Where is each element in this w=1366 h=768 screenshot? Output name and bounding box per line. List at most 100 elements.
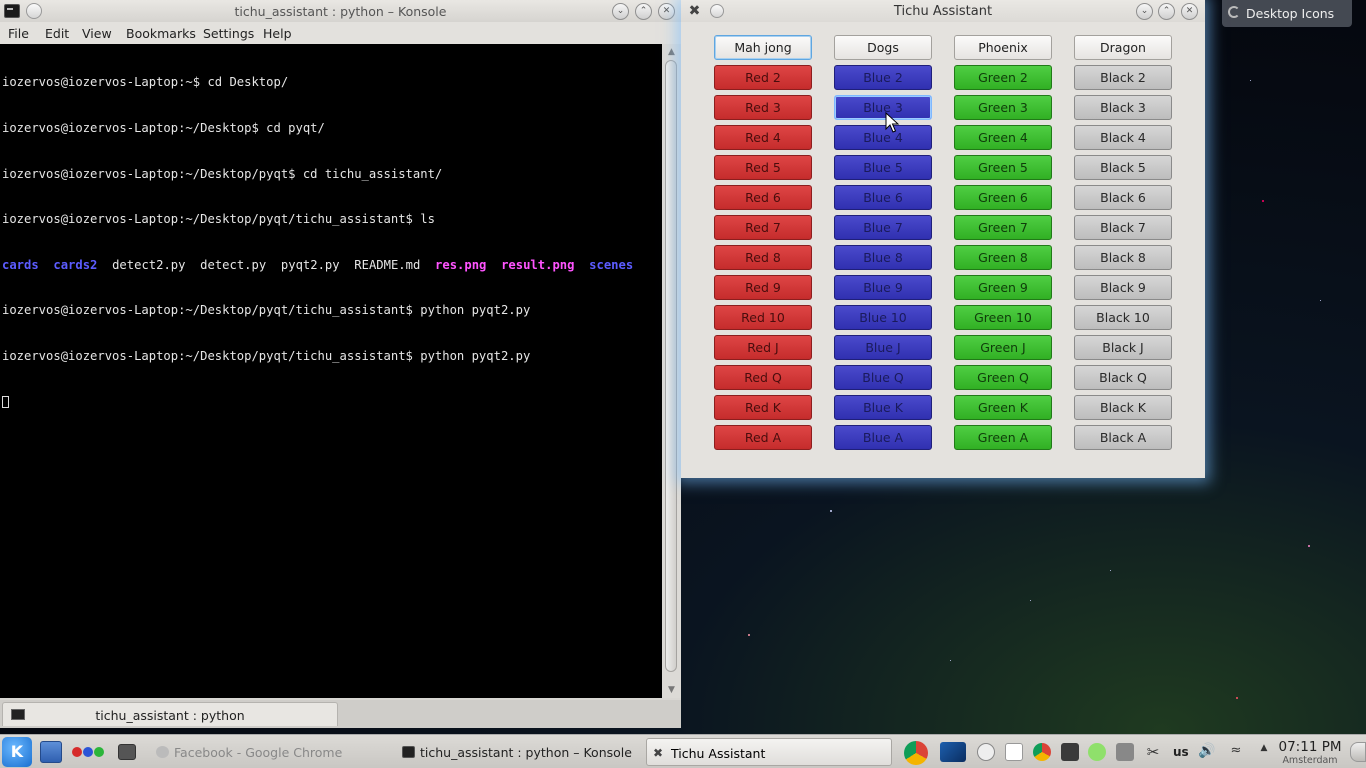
- tray-expand-icon[interactable]: ▲: [1255, 743, 1273, 761]
- card-button-red-8[interactable]: Red 8: [714, 245, 812, 270]
- file-manager-icon[interactable]: [40, 741, 62, 763]
- presentation-icon[interactable]: [118, 744, 136, 760]
- task-chrome[interactable]: Facebook - Google Chrome: [150, 738, 390, 766]
- kde-launcher-icon[interactable]: K: [2, 737, 32, 767]
- menu-file[interactable]: File: [8, 26, 29, 41]
- maximize-icon[interactable]: ⌃: [635, 3, 652, 20]
- card-button-green-8[interactable]: Green 8: [954, 245, 1052, 270]
- card-button-green-10[interactable]: Green 10: [954, 305, 1052, 330]
- card-button-blue-9[interactable]: Blue 9: [834, 275, 932, 300]
- clipboard-icon[interactable]: [1005, 743, 1023, 761]
- menu-bookmarks[interactable]: Bookmarks: [126, 26, 196, 41]
- menu-view[interactable]: View: [82, 26, 112, 41]
- card-button-green-a[interactable]: Green A: [954, 425, 1052, 450]
- card-button-dogs[interactable]: Dogs: [834, 35, 932, 60]
- card-button-green-5[interactable]: Green 5: [954, 155, 1052, 180]
- drive-icon[interactable]: [1116, 743, 1134, 761]
- volume-icon[interactable]: 🔊: [1198, 743, 1216, 761]
- card-button-phoenix[interactable]: Phoenix: [954, 35, 1052, 60]
- card-button-black-2[interactable]: Black 2: [1074, 65, 1172, 90]
- card-button-green-7[interactable]: Green 7: [954, 215, 1052, 240]
- card-button-black-a[interactable]: Black A: [1074, 425, 1172, 450]
- terminal-output[interactable]: iozervos@iozervos-Laptop:~$ cd Desktop/ …: [0, 44, 662, 698]
- chat-icon[interactable]: [1088, 743, 1106, 761]
- menu-settings[interactable]: Settings: [203, 26, 254, 41]
- card-button-black-4[interactable]: Black 4: [1074, 125, 1172, 150]
- scrollbar-thumb[interactable]: [665, 60, 677, 672]
- card-button-black-8[interactable]: Black 8: [1074, 245, 1172, 270]
- activity-dots-icon[interactable]: [72, 747, 104, 759]
- card-button-blue-2[interactable]: Blue 2: [834, 65, 932, 90]
- card-button-blue-a[interactable]: Blue A: [834, 425, 932, 450]
- task-konsole[interactable]: tichu_assistant : python – Konsole: [396, 738, 642, 766]
- chrome-tray-icon[interactable]: [1033, 743, 1051, 761]
- card-button-red-5[interactable]: Red 5: [714, 155, 812, 180]
- card-button-red-3[interactable]: Red 3: [714, 95, 812, 120]
- card-button-green-3[interactable]: Green 3: [954, 95, 1052, 120]
- card-button-blue-7[interactable]: Blue 7: [834, 215, 932, 240]
- card-button-blue-q[interactable]: Blue Q: [834, 365, 932, 390]
- card-button-blue-4[interactable]: Blue 4: [834, 125, 932, 150]
- card-button-black-q[interactable]: Black Q: [1074, 365, 1172, 390]
- card-button-red-4[interactable]: Red 4: [714, 125, 812, 150]
- card-button-red-10[interactable]: Red 10: [714, 305, 812, 330]
- card-button-red-a[interactable]: Red A: [714, 425, 812, 450]
- card-button-mah-jong[interactable]: Mah jong: [714, 35, 812, 60]
- card-button-red-6[interactable]: Red 6: [714, 185, 812, 210]
- menu-edit[interactable]: Edit: [45, 26, 69, 41]
- card-button-blue-8[interactable]: Blue 8: [834, 245, 932, 270]
- card-button-black-10[interactable]: Black 10: [1074, 305, 1172, 330]
- card-button-green-9[interactable]: Green 9: [954, 275, 1052, 300]
- scroll-down-arrow-icon[interactable]: ▼: [664, 684, 679, 696]
- chrome-launcher-icon[interactable]: [904, 741, 928, 765]
- panel-toolbox-icon[interactable]: [1350, 742, 1366, 762]
- card-button-blue-10[interactable]: Blue 10: [834, 305, 932, 330]
- minimize-icon[interactable]: ⌄: [612, 3, 629, 20]
- card-button-red-k[interactable]: Red K: [714, 395, 812, 420]
- dropbox-icon[interactable]: [1061, 743, 1079, 761]
- close-icon[interactable]: ✕: [658, 3, 675, 20]
- clock[interactable]: 07:11 PM Amsterdam: [1274, 739, 1346, 766]
- terminal-scrollbar[interactable]: ▲ ▼: [662, 44, 681, 698]
- desktop-icons-widget[interactable]: Desktop Icons: [1222, 0, 1352, 27]
- card-button-green-4[interactable]: Green 4: [954, 125, 1052, 150]
- card-button-dragon[interactable]: Dragon: [1074, 35, 1172, 60]
- card-button-black-k[interactable]: Black K: [1074, 395, 1172, 420]
- card-button-black-7[interactable]: Black 7: [1074, 215, 1172, 240]
- tichu-titlebar[interactable]: ✖ Tichu Assistant ⌄ ⌃ ✕: [681, 0, 1205, 22]
- konsole-titlebar[interactable]: tichu_assistant : python – Konsole ⌄ ⌃ ✕: [0, 0, 681, 22]
- card-button-red-7[interactable]: Red 7: [714, 215, 812, 240]
- desktop-preview-icon[interactable]: [940, 742, 966, 762]
- konsole-tab[interactable]: tichu_assistant : python: [2, 702, 338, 726]
- card-button-green-q[interactable]: Green Q: [954, 365, 1052, 390]
- minimize-icon[interactable]: ⌄: [1136, 3, 1153, 20]
- konsole-window: tichu_assistant : python – Konsole ⌄ ⌃ ✕…: [0, 0, 681, 728]
- card-button-red-2[interactable]: Red 2: [714, 65, 812, 90]
- info-icon[interactable]: [977, 743, 995, 761]
- menu-help[interactable]: Help: [263, 26, 292, 41]
- card-button-green-2[interactable]: Green 2: [954, 65, 1052, 90]
- task-tichu[interactable]: ✖ Tichu Assistant: [646, 738, 892, 766]
- scissors-icon[interactable]: ✂: [1144, 743, 1162, 761]
- card-button-black-j[interactable]: Black J: [1074, 335, 1172, 360]
- card-button-red-9[interactable]: Red 9: [714, 275, 812, 300]
- card-button-black-5[interactable]: Black 5: [1074, 155, 1172, 180]
- card-button-blue-6[interactable]: Blue 6: [834, 185, 932, 210]
- scroll-up-arrow-icon[interactable]: ▲: [664, 46, 679, 58]
- card-button-blue-k[interactable]: Blue K: [834, 395, 932, 420]
- close-icon[interactable]: ✕: [1181, 3, 1198, 20]
- card-button-black-9[interactable]: Black 9: [1074, 275, 1172, 300]
- card-button-red-j[interactable]: Red J: [714, 335, 812, 360]
- maximize-icon[interactable]: ⌃: [1158, 3, 1175, 20]
- card-button-blue-3[interactable]: Blue 3: [834, 95, 932, 120]
- card-button-green-k[interactable]: Green K: [954, 395, 1052, 420]
- card-button-green-j[interactable]: Green J: [954, 335, 1052, 360]
- wifi-icon[interactable]: ≈: [1227, 743, 1245, 761]
- card-button-blue-j[interactable]: Blue J: [834, 335, 932, 360]
- card-button-black-6[interactable]: Black 6: [1074, 185, 1172, 210]
- card-button-black-3[interactable]: Black 3: [1074, 95, 1172, 120]
- card-button-red-q[interactable]: Red Q: [714, 365, 812, 390]
- card-button-blue-5[interactable]: Blue 5: [834, 155, 932, 180]
- keyboard-layout[interactable]: us: [1173, 745, 1189, 759]
- card-button-green-6[interactable]: Green 6: [954, 185, 1052, 210]
